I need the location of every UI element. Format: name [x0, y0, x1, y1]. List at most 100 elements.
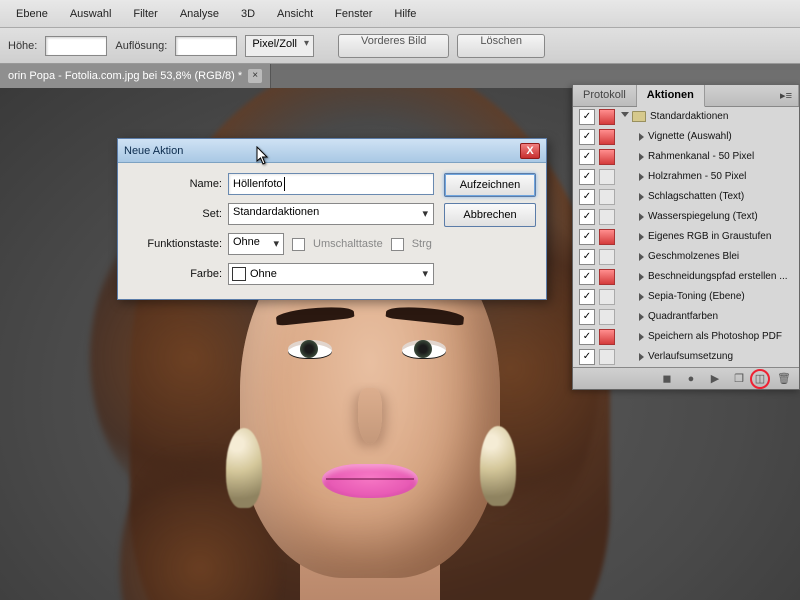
action-mode-toggle[interactable] — [599, 209, 615, 225]
expand-icon[interactable] — [639, 273, 644, 281]
action-checkbox[interactable]: ✓ — [579, 289, 595, 305]
color-dropdown[interactable]: Ohne — [228, 263, 434, 285]
record-button[interactable]: Aufzeichnen — [444, 173, 536, 197]
color-label: Farbe: — [128, 268, 222, 280]
action-mode-toggle[interactable] — [599, 249, 615, 265]
expand-icon[interactable] — [639, 193, 644, 201]
shift-checkbox[interactable] — [292, 238, 305, 251]
front-image-button[interactable]: Vorderes Bild — [338, 34, 449, 58]
action-mode-toggle[interactable] — [599, 289, 615, 305]
expand-icon[interactable] — [621, 112, 629, 121]
menu-analyse[interactable]: Analyse — [170, 4, 229, 24]
unit-dropdown[interactable]: Pixel/Zoll — [245, 35, 314, 57]
action-row[interactable]: ✓Eigenes RGB in Graustufen — [573, 227, 799, 247]
menu-fenster[interactable]: Fenster — [325, 4, 382, 24]
expand-icon[interactable] — [639, 153, 644, 161]
expand-icon[interactable] — [639, 353, 644, 361]
action-row[interactable]: ✓Verlaufsumsetzung — [573, 347, 799, 367]
expand-icon[interactable] — [639, 313, 644, 321]
action-mode-toggle[interactable] — [599, 169, 615, 185]
expand-icon[interactable] — [639, 293, 644, 301]
close-icon[interactable]: X — [520, 143, 540, 159]
action-mode-toggle[interactable] — [599, 309, 615, 325]
action-label: Rahmenkanal - 50 Pixel — [648, 151, 799, 162]
expand-icon[interactable] — [639, 233, 644, 241]
action-checkbox[interactable]: ✓ — [579, 229, 595, 245]
action-row[interactable]: ✓Quadrantfarben — [573, 307, 799, 327]
fkey-label: Funktionstaste: — [128, 238, 222, 250]
action-mode-toggle[interactable] — [599, 229, 615, 245]
new-action-icon[interactable]: ◫ — [753, 372, 767, 386]
menu-auswahl[interactable]: Auswahl — [60, 4, 122, 24]
panel-footer: ◼ ● ▶ ❐ ◫ 🗑 — [573, 367, 799, 389]
action-row[interactable]: ✓Vignette (Auswahl) — [573, 127, 799, 147]
fkey-dropdown[interactable]: Ohne — [228, 233, 284, 255]
action-row[interactable]: ✓Beschneidungspfad erstellen ... — [573, 267, 799, 287]
folder-icon — [632, 111, 646, 122]
height-field[interactable] — [45, 36, 107, 56]
new-action-dialog: Neue Aktion X Name: Höllenfoto Set: Stan… — [117, 138, 547, 300]
record-icon[interactable]: ● — [684, 372, 698, 386]
action-checkbox[interactable]: ✓ — [579, 349, 595, 365]
action-row[interactable]: ✓ Schlagschatten (Text) — [573, 187, 799, 207]
panel-menu-icon[interactable]: ▸≡ — [774, 85, 799, 106]
expand-icon[interactable] — [639, 333, 644, 341]
action-checkbox[interactable]: ✓ — [579, 329, 595, 345]
expand-icon[interactable] — [639, 173, 644, 181]
action-checkbox[interactable]: ✓ — [579, 209, 595, 225]
tab-protokoll[interactable]: Protokoll — [573, 85, 637, 106]
action-mode-toggle[interactable] — [599, 269, 615, 285]
action-label: Sepia-Toning (Ebene) — [648, 291, 799, 302]
actions-panel: Protokoll Aktionen ▸≡ ✓ Standardaktionen… — [572, 84, 800, 390]
ctrl-label: Strg — [412, 238, 432, 250]
action-mode-toggle[interactable] — [599, 129, 615, 145]
cancel-button[interactable]: Abbrechen — [444, 203, 536, 227]
stop-icon[interactable]: ◼ — [660, 372, 674, 386]
action-mode-toggle[interactable] — [599, 149, 615, 165]
action-checkbox[interactable]: ✓ — [579, 189, 595, 205]
name-input[interactable]: Höllenfoto — [228, 173, 434, 195]
action-row[interactable]: ✓Wasserspiegelung (Text) — [573, 207, 799, 227]
set-checkbox[interactable]: ✓ — [579, 109, 595, 125]
options-bar: Höhe: Auflösung: Pixel/Zoll Vorderes Bil… — [0, 28, 800, 64]
close-tab-icon[interactable]: × — [248, 69, 262, 83]
action-row[interactable]: ✓ Sepia-Toning (Ebene) — [573, 287, 799, 307]
document-tab-label: orin Popa - Fotolia.com.jpg bei 53,8% (R… — [8, 70, 242, 82]
menu-hilfe[interactable]: Hilfe — [384, 4, 426, 24]
color-swatch — [232, 267, 246, 281]
action-checkbox[interactable]: ✓ — [579, 249, 595, 265]
menu-filter[interactable]: Filter — [123, 4, 167, 24]
menu-ebene[interactable]: Ebene — [6, 4, 58, 24]
ctrl-checkbox[interactable] — [391, 238, 404, 251]
action-checkbox[interactable]: ✓ — [579, 149, 595, 165]
action-row[interactable]: ✓Geschmolzenes Blei — [573, 247, 799, 267]
action-label: Schlagschatten (Text) — [648, 191, 799, 202]
set-dropdown[interactable]: Standardaktionen — [228, 203, 434, 225]
expand-icon[interactable] — [639, 133, 644, 141]
set-mode-toggle[interactable] — [599, 109, 615, 125]
resolution-field[interactable] — [175, 36, 237, 56]
action-checkbox[interactable]: ✓ — [579, 269, 595, 285]
menu-bar: Ebene Auswahl Filter Analyse 3D Ansicht … — [0, 0, 800, 28]
expand-icon[interactable] — [639, 253, 644, 261]
tab-aktionen[interactable]: Aktionen — [637, 85, 705, 107]
document-tab[interactable]: orin Popa - Fotolia.com.jpg bei 53,8% (R… — [0, 64, 271, 88]
new-set-icon[interactable]: ❐ — [732, 372, 746, 386]
action-checkbox[interactable]: ✓ — [579, 129, 595, 145]
delete-button[interactable]: Löschen — [457, 34, 545, 58]
action-mode-toggle[interactable] — [599, 329, 615, 345]
trash-icon[interactable]: 🗑 — [777, 372, 791, 386]
menu-ansicht[interactable]: Ansicht — [267, 4, 323, 24]
menu-3d[interactable]: 3D — [231, 4, 265, 24]
action-row[interactable]: ✓Speichern als Photoshop PDF — [573, 327, 799, 347]
action-set-row[interactable]: ✓ Standardaktionen — [573, 107, 799, 127]
action-row[interactable]: ✓ Rahmenkanal - 50 Pixel — [573, 147, 799, 167]
action-checkbox[interactable]: ✓ — [579, 309, 595, 325]
action-row[interactable]: ✓Holzrahmen - 50 Pixel — [573, 167, 799, 187]
action-mode-toggle[interactable] — [599, 349, 615, 365]
expand-icon[interactable] — [639, 213, 644, 221]
action-checkbox[interactable]: ✓ — [579, 169, 595, 185]
play-icon[interactable]: ▶ — [708, 372, 722, 386]
dialog-titlebar[interactable]: Neue Aktion X — [118, 139, 546, 163]
action-mode-toggle[interactable] — [599, 189, 615, 205]
